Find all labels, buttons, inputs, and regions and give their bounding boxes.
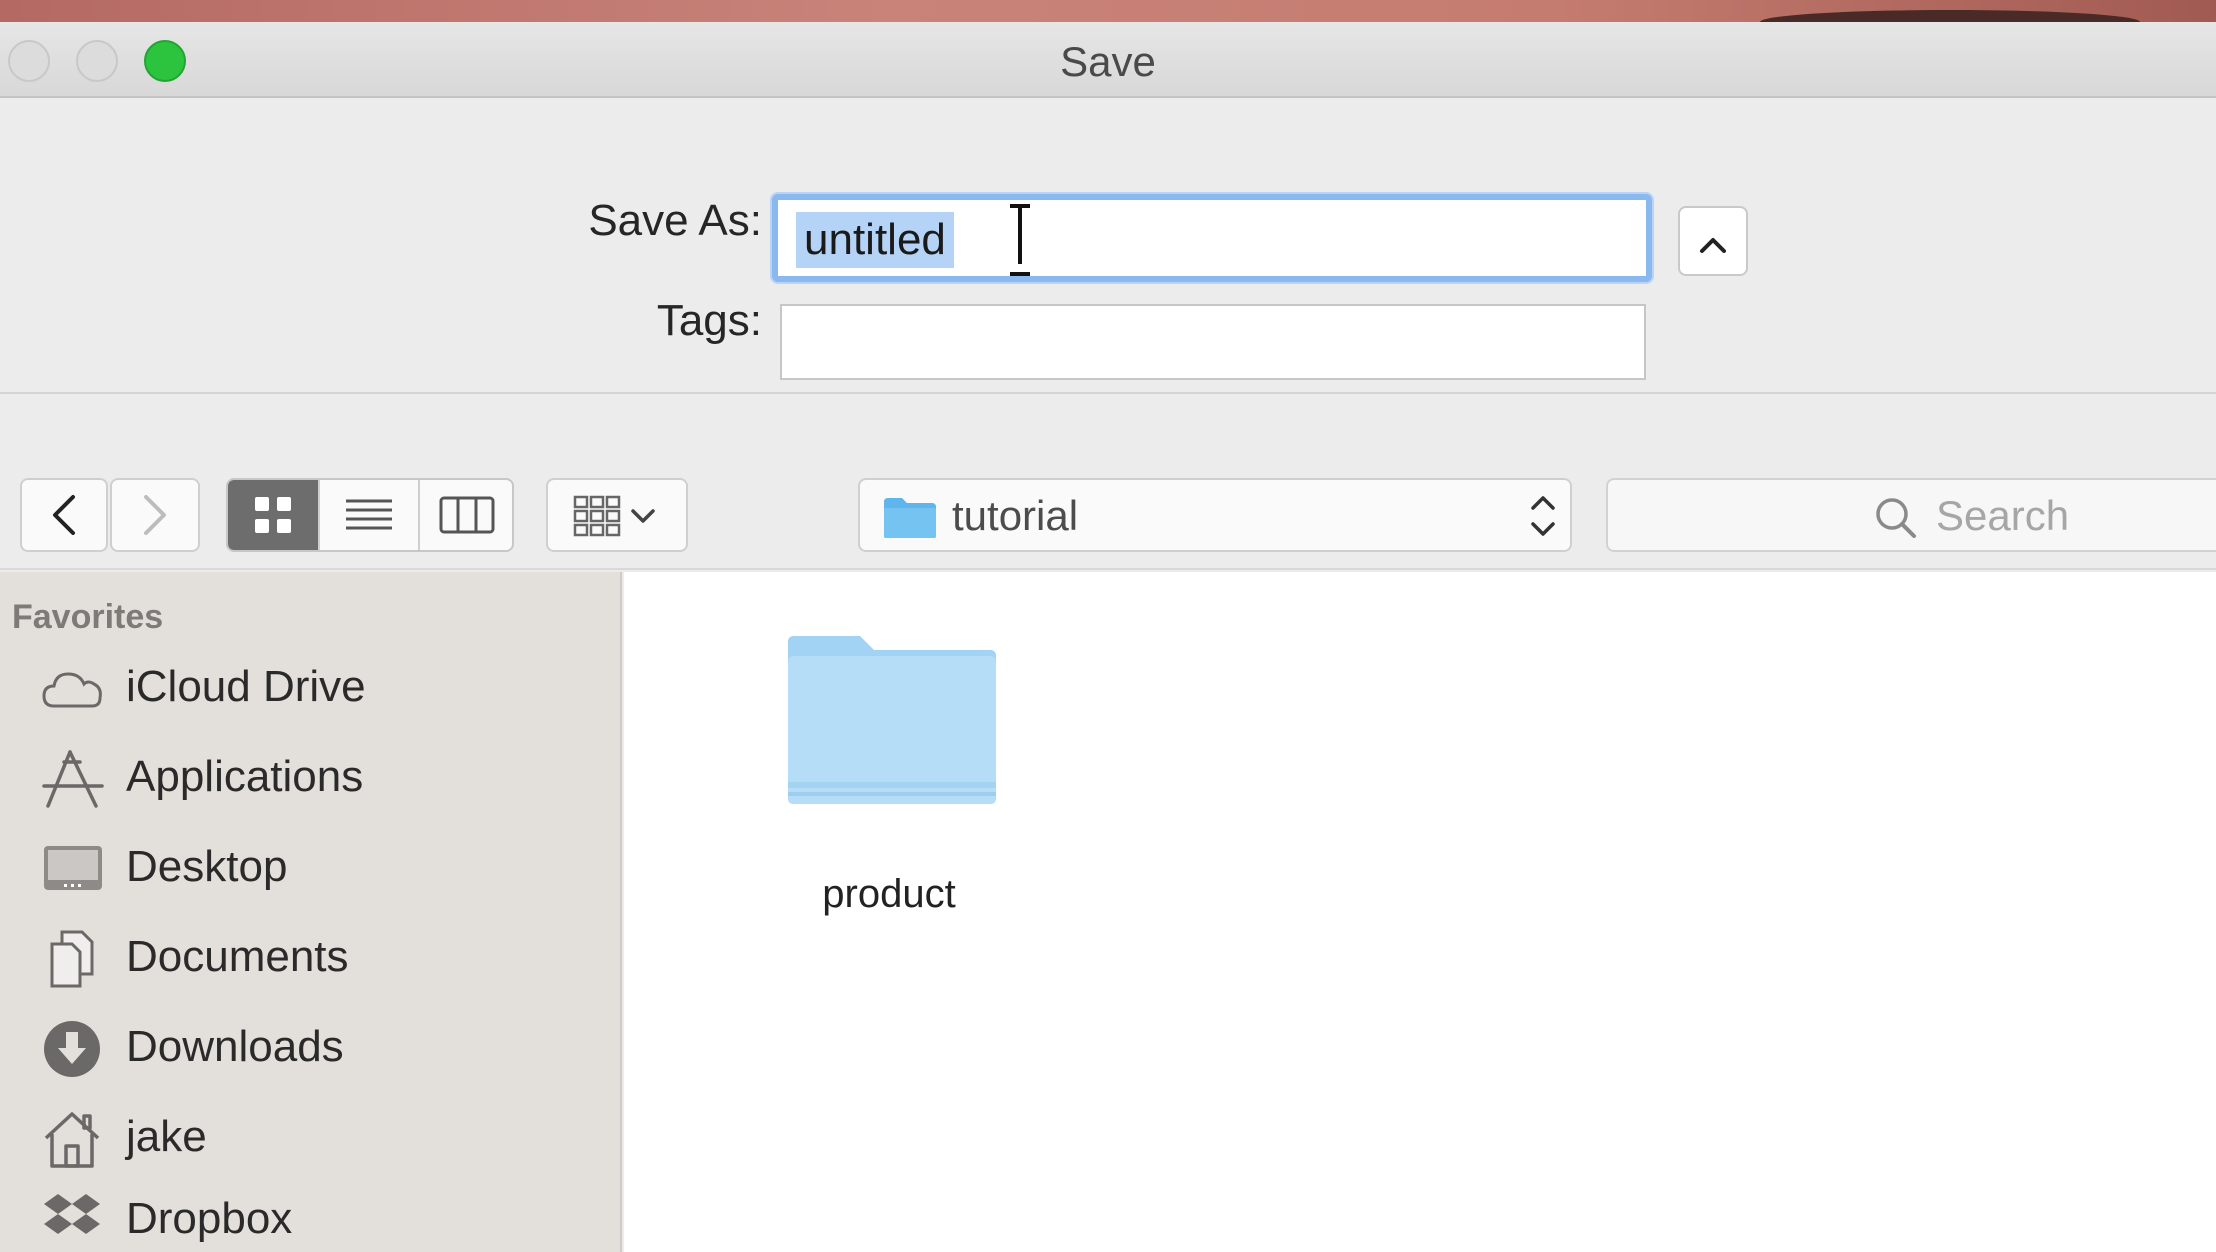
list-view-button[interactable] bbox=[320, 480, 420, 550]
downloads-icon bbox=[44, 1021, 100, 1077]
file-name: product bbox=[822, 872, 956, 916]
save-as-value[interactable]: untitled bbox=[796, 212, 954, 268]
home-icon bbox=[44, 1112, 100, 1168]
icon-view-button[interactable] bbox=[228, 480, 320, 550]
sidebar-item-label: Documents bbox=[126, 932, 349, 981]
column-view-button[interactable] bbox=[420, 480, 512, 550]
browser-toolbar: tutorial Search bbox=[0, 394, 2216, 570]
sidebar-item-desktop[interactable]: Desktop bbox=[0, 824, 620, 914]
desktop-icon bbox=[44, 846, 102, 890]
sidebar-item-label: jake bbox=[126, 1112, 207, 1161]
folder-icon bbox=[884, 498, 936, 538]
search-icon bbox=[1876, 498, 1916, 538]
view-mode-control bbox=[226, 478, 514, 552]
sidebar-item-label: Applications bbox=[126, 752, 364, 801]
forward-button[interactable] bbox=[110, 478, 200, 552]
location-popup[interactable]: tutorial bbox=[858, 478, 1572, 552]
sidebar-item-icloud-drive[interactable]: iCloud Drive bbox=[0, 644, 620, 734]
text-cursor-icon bbox=[1008, 204, 1032, 276]
sidebar-section-favorites: Favorites bbox=[12, 598, 164, 636]
search-field[interactable]: Search bbox=[1606, 478, 2216, 552]
sidebar-item-label: Downloads bbox=[126, 1022, 344, 1071]
sidebar-item-label: Dropbox bbox=[126, 1194, 293, 1243]
up-down-chevron-icon bbox=[1531, 496, 1555, 536]
sidebar-item-applications[interactable]: Applications bbox=[0, 734, 620, 824]
chevron-right-icon bbox=[144, 495, 166, 535]
arrange-grid-icon bbox=[573, 495, 655, 537]
sidebar-item-label: Desktop bbox=[126, 842, 288, 891]
tags-input[interactable] bbox=[780, 304, 1646, 380]
applications-icon bbox=[42, 750, 104, 808]
save-dialog: Save Save As: untitled Tags: tutorial Se… bbox=[0, 22, 2216, 1252]
desktop-background bbox=[0, 0, 2216, 34]
location-label: tutorial bbox=[952, 492, 1079, 539]
tags-label: Tags: bbox=[656, 296, 762, 345]
documents-icon bbox=[50, 930, 94, 988]
save-as-label: Save As: bbox=[588, 196, 762, 245]
chevron-left-icon bbox=[53, 495, 75, 535]
sidebar-item-downloads[interactable]: Downloads bbox=[0, 1004, 620, 1094]
dropbox-icon bbox=[44, 1194, 100, 1234]
columns-icon bbox=[439, 496, 495, 534]
save-form: Save As: untitled Tags: bbox=[0, 98, 2216, 394]
chevron-up-icon bbox=[1700, 238, 1726, 253]
sidebar-item-documents[interactable]: Documents bbox=[0, 914, 620, 1004]
cloud-icon bbox=[42, 672, 102, 708]
search-placeholder: Search bbox=[1936, 492, 2070, 539]
expand-dialog-button[interactable] bbox=[1678, 206, 1748, 276]
sidebar-item-label: iCloud Drive bbox=[126, 662, 366, 711]
arrange-button[interactable] bbox=[546, 478, 688, 552]
sidebar: Favorites iCloud Drive Applications Desk… bbox=[0, 572, 622, 1252]
sidebar-item-jake[interactable]: jake bbox=[0, 1094, 620, 1184]
sidebar-item-dropbox[interactable]: Dropbox bbox=[0, 1176, 620, 1252]
window-title: Save bbox=[1060, 38, 1156, 85]
file-browser: product bbox=[624, 572, 2216, 1252]
file-item[interactable]: product bbox=[754, 632, 1034, 916]
grid-icon bbox=[255, 497, 291, 533]
title-bar: Save bbox=[0, 22, 2216, 98]
list-icon bbox=[346, 499, 392, 530]
back-button[interactable] bbox=[20, 478, 108, 552]
folder-icon bbox=[788, 636, 996, 804]
save-as-input[interactable]: untitled bbox=[772, 194, 1652, 282]
